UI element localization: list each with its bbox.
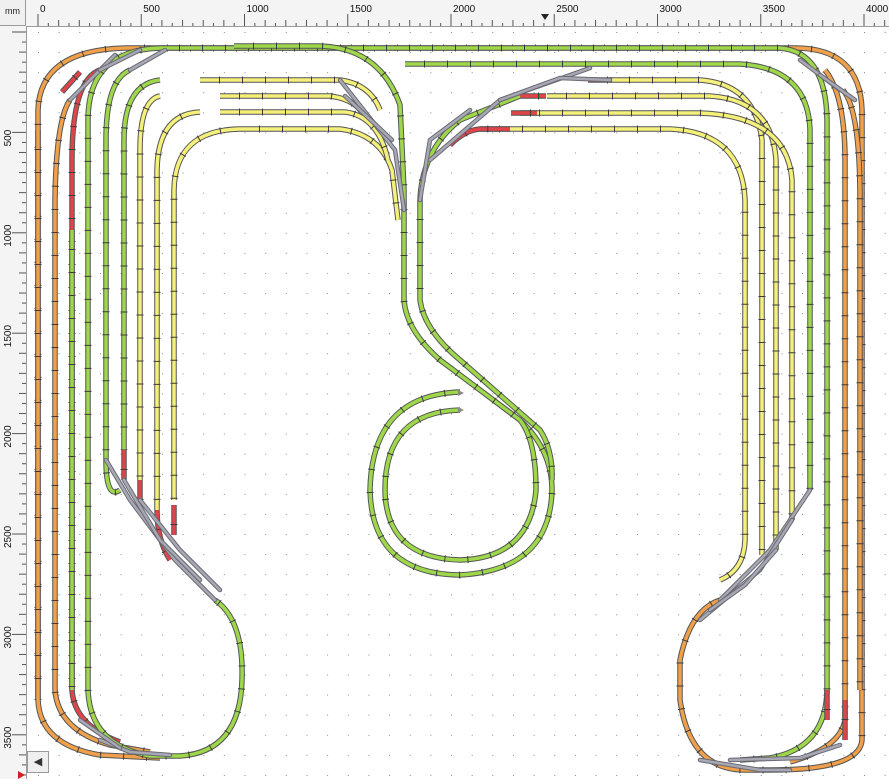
track-yellow-129[interactable] — [240, 125, 402, 221]
track-main-loop-left[interactable] — [84, 44, 246, 760]
horizontal-ruler-scale: 0 500 1000 1500 2000 2500 3000 3500 4000 — [37, 4, 889, 26]
ruler-x-label: 3000 — [660, 4, 683, 15]
turnout-right-bottom-1[interactable] — [717, 487, 813, 603]
horizontal-ruler: 0 500 1000 1500 2000 2500 3000 3500 4000 — [0, 0, 889, 27]
turnout-center-right-1[interactable] — [417, 107, 473, 203]
ruler-y-label: 2500 — [3, 525, 14, 548]
layout-canvas[interactable] — [27, 27, 889, 779]
ruler-x-label: 4000 — [866, 4, 889, 15]
buffer-stop-icon — [458, 390, 464, 396]
ruler-x-label: 0 — [40, 4, 46, 15]
track-second-right[interactable] — [789, 67, 849, 766]
track-helix-inner[interactable] — [381, 406, 540, 564]
vertical-ruler: 500 1000 1500 2000 2500 3000 3500 — [0, 26, 27, 779]
track-yellow-right-96[interactable] — [547, 92, 780, 550]
ruler-y-label: 3500 — [3, 726, 14, 749]
ruler-x-label: 2000 — [453, 4, 476, 15]
ruler-unit-label: mm — [0, 0, 26, 26]
ruler-x-label: 1500 — [350, 4, 373, 15]
track-s-curve[interactable] — [416, 200, 556, 481]
vertical-ruler-scale: 500 1000 1500 2000 2500 3000 3500 — [3, 31, 26, 779]
track-yellow-right-129[interactable] — [480, 125, 749, 584]
grid-dots — [38, 32, 886, 776]
track-layer[interactable] — [34, 42, 866, 774]
track-plan[interactable] — [27, 27, 889, 779]
turnout-left-bottom-3[interactable] — [137, 497, 223, 593]
track-helix-outer[interactable] — [366, 190, 556, 579]
origin-marker-icon — [18, 771, 25, 779]
ruler-x-label: 2500 — [556, 4, 579, 15]
ruler-x-label: 3500 — [763, 4, 786, 15]
track-main-loop-right[interactable] — [160, 44, 831, 764]
cursor-marker-icon — [541, 14, 549, 20]
track-yellow-174[interactable] — [170, 125, 241, 500]
track-red-left-top[interactable] — [59, 69, 83, 95]
buffer-stop-icon — [458, 407, 464, 413]
ruler-y-label: 3000 — [3, 626, 14, 649]
track-yellow-96[interactable] — [220, 92, 369, 122]
ruler-x-label: 1000 — [247, 4, 270, 15]
track-inner-green-top[interactable] — [234, 42, 408, 191]
ruler-x-label: 500 — [143, 4, 160, 15]
ruler-y-label: 500 — [3, 129, 14, 146]
ruler-y-label: 1500 — [3, 325, 14, 348]
track-yellow-right-113[interactable] — [520, 109, 796, 520]
arrow-left-icon: ◀ — [33, 756, 43, 768]
ruler-y-label: 2000 — [3, 425, 14, 448]
ruler-y-label: 1000 — [3, 224, 14, 247]
track-yellow-right-80[interactable] — [610, 76, 766, 555]
track-outer-orange-right[interactable] — [125, 44, 866, 774]
track-third-left[interactable] — [68, 66, 122, 746]
scroll-left-button[interactable]: ◀ — [27, 751, 49, 773]
